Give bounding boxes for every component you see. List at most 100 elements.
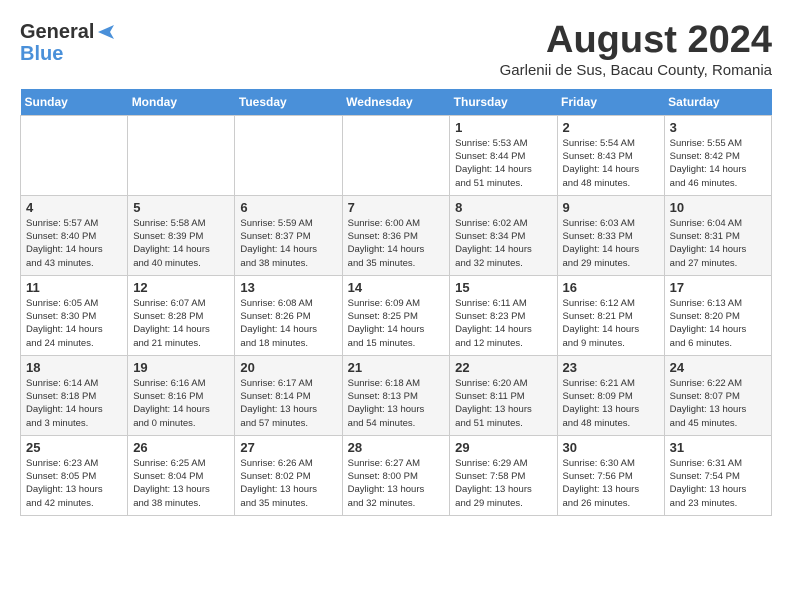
table-cell: 12 Sunrise: 6:07 AM Sunset: 8:28 PM Dayli… <box>128 275 235 355</box>
day-info: Sunrise: 6:21 AM Sunset: 8:09 PM Dayligh… <box>563 377 659 430</box>
day-info: Sunrise: 5:55 AM Sunset: 8:42 PM Dayligh… <box>670 137 766 190</box>
table-cell: 3 Sunrise: 5:55 AM Sunset: 8:42 PM Daylig… <box>664 115 771 195</box>
week-row-1: 1 Sunrise: 5:53 AM Sunset: 8:44 PM Daylig… <box>21 115 772 195</box>
day-info: Sunrise: 6:08 AM Sunset: 8:26 PM Dayligh… <box>240 297 336 350</box>
table-cell: 21 Sunrise: 6:18 AM Sunset: 8:13 PM Dayli… <box>342 355 450 435</box>
table-cell: 16 Sunrise: 6:12 AM Sunset: 8:21 PM Dayli… <box>557 275 664 355</box>
page-header: General Blue August 2024 Garlenii de Sus… <box>20 20 772 79</box>
table-cell <box>21 115 128 195</box>
table-cell: 5 Sunrise: 5:58 AM Sunset: 8:39 PM Daylig… <box>128 195 235 275</box>
day-info: Sunrise: 6:20 AM Sunset: 8:11 PM Dayligh… <box>455 377 551 430</box>
day-info: Sunrise: 6:00 AM Sunset: 8:36 PM Dayligh… <box>348 217 445 270</box>
day-number: 4 <box>26 200 122 215</box>
day-number: 26 <box>133 440 229 455</box>
day-number: 13 <box>240 280 336 295</box>
day-info: Sunrise: 6:12 AM Sunset: 8:21 PM Dayligh… <box>563 297 659 350</box>
day-info: Sunrise: 6:25 AM Sunset: 8:04 PM Dayligh… <box>133 457 229 510</box>
location-subtitle: Garlenii de Sus, Bacau County, Romania <box>500 62 772 79</box>
table-cell <box>342 115 450 195</box>
day-info: Sunrise: 6:14 AM Sunset: 8:18 PM Dayligh… <box>26 377 122 430</box>
day-info: Sunrise: 6:16 AM Sunset: 8:16 PM Dayligh… <box>133 377 229 430</box>
table-cell <box>235 115 342 195</box>
day-number: 30 <box>563 440 659 455</box>
day-number: 3 <box>670 120 766 135</box>
day-info: Sunrise: 5:53 AM Sunset: 8:44 PM Dayligh… <box>455 137 551 190</box>
day-number: 17 <box>670 280 766 295</box>
table-cell: 6 Sunrise: 5:59 AM Sunset: 8:37 PM Daylig… <box>235 195 342 275</box>
col-thursday: Thursday <box>450 89 557 116</box>
calendar-table: Sunday Monday Tuesday Wednesday Thursday… <box>20 89 772 516</box>
day-info: Sunrise: 6:29 AM Sunset: 7:58 PM Dayligh… <box>455 457 551 510</box>
day-info: Sunrise: 6:27 AM Sunset: 8:00 PM Dayligh… <box>348 457 445 510</box>
logo-arrow-icon <box>96 21 118 43</box>
day-number: 6 <box>240 200 336 215</box>
day-info: Sunrise: 6:23 AM Sunset: 8:05 PM Dayligh… <box>26 457 122 510</box>
day-number: 29 <box>455 440 551 455</box>
day-info: Sunrise: 6:07 AM Sunset: 8:28 PM Dayligh… <box>133 297 229 350</box>
day-number: 16 <box>563 280 659 295</box>
table-cell: 18 Sunrise: 6:14 AM Sunset: 8:18 PM Dayli… <box>21 355 128 435</box>
table-cell: 28 Sunrise: 6:27 AM Sunset: 8:00 PM Dayli… <box>342 435 450 515</box>
day-info: Sunrise: 6:30 AM Sunset: 7:56 PM Dayligh… <box>563 457 659 510</box>
day-info: Sunrise: 6:31 AM Sunset: 7:54 PM Dayligh… <box>670 457 766 510</box>
day-number: 10 <box>670 200 766 215</box>
day-number: 20 <box>240 360 336 375</box>
day-info: Sunrise: 6:05 AM Sunset: 8:30 PM Dayligh… <box>26 297 122 350</box>
table-cell: 13 Sunrise: 6:08 AM Sunset: 8:26 PM Dayli… <box>235 275 342 355</box>
day-info: Sunrise: 6:22 AM Sunset: 8:07 PM Dayligh… <box>670 377 766 430</box>
day-info: Sunrise: 5:59 AM Sunset: 8:37 PM Dayligh… <box>240 217 336 270</box>
col-wednesday: Wednesday <box>342 89 450 116</box>
col-sunday: Sunday <box>21 89 128 116</box>
day-number: 22 <box>455 360 551 375</box>
table-cell: 24 Sunrise: 6:22 AM Sunset: 8:07 PM Dayli… <box>664 355 771 435</box>
table-cell: 31 Sunrise: 6:31 AM Sunset: 7:54 PM Dayli… <box>664 435 771 515</box>
table-cell: 17Sunrise: 6:13 AM Sunset: 8:20 PM Dayli… <box>664 275 771 355</box>
col-monday: Monday <box>128 89 235 116</box>
table-cell: 7Sunrise: 6:00 AM Sunset: 8:36 PM Daylig… <box>342 195 450 275</box>
day-number: 1 <box>455 120 551 135</box>
day-info: Sunrise: 6:02 AM Sunset: 8:34 PM Dayligh… <box>455 217 551 270</box>
day-number: 24 <box>670 360 766 375</box>
day-number: 19 <box>133 360 229 375</box>
day-number: 9 <box>563 200 659 215</box>
col-tuesday: Tuesday <box>235 89 342 116</box>
table-cell: 22 Sunrise: 6:20 AM Sunset: 8:11 PM Dayli… <box>450 355 557 435</box>
table-cell: 20 Sunrise: 6:17 AM Sunset: 8:14 PM Dayli… <box>235 355 342 435</box>
table-cell: 23 Sunrise: 6:21 AM Sunset: 8:09 PM Dayli… <box>557 355 664 435</box>
day-number: 15 <box>455 280 551 295</box>
table-cell <box>128 115 235 195</box>
week-row-2: 4Sunrise: 5:57 AM Sunset: 8:40 PM Daylig… <box>21 195 772 275</box>
day-number: 12 <box>133 280 229 295</box>
day-info: Sunrise: 6:26 AM Sunset: 8:02 PM Dayligh… <box>240 457 336 510</box>
day-number: 31 <box>670 440 766 455</box>
week-row-5: 25Sunrise: 6:23 AM Sunset: 8:05 PM Dayli… <box>21 435 772 515</box>
col-friday: Friday <box>557 89 664 116</box>
day-info: Sunrise: 6:03 AM Sunset: 8:33 PM Dayligh… <box>563 217 659 270</box>
title-area: August 2024 Garlenii de Sus, Bacau Count… <box>500 20 772 79</box>
day-number: 18 <box>26 360 122 375</box>
table-cell: 8Sunrise: 6:02 AM Sunset: 8:34 PM Daylig… <box>450 195 557 275</box>
day-info: Sunrise: 6:18 AM Sunset: 8:13 PM Dayligh… <box>348 377 445 430</box>
month-title: August 2024 <box>500 20 772 62</box>
day-number: 28 <box>348 440 445 455</box>
table-cell: 10 Sunrise: 6:04 AM Sunset: 8:31 PM Dayli… <box>664 195 771 275</box>
day-number: 23 <box>563 360 659 375</box>
table-cell: 15 Sunrise: 6:11 AM Sunset: 8:23 PM Dayli… <box>450 275 557 355</box>
day-info: Sunrise: 5:58 AM Sunset: 8:39 PM Dayligh… <box>133 217 229 270</box>
table-cell: 25Sunrise: 6:23 AM Sunset: 8:05 PM Dayli… <box>21 435 128 515</box>
table-cell: 29 Sunrise: 6:29 AM Sunset: 7:58 PM Dayli… <box>450 435 557 515</box>
table-cell: 30 Sunrise: 6:30 AM Sunset: 7:56 PM Dayli… <box>557 435 664 515</box>
logo-blue-text: Blue <box>20 42 63 66</box>
table-cell: 14Sunrise: 6:09 AM Sunset: 8:25 PM Dayli… <box>342 275 450 355</box>
logo: General Blue <box>20 20 118 66</box>
week-row-4: 18 Sunrise: 6:14 AM Sunset: 8:18 PM Dayli… <box>21 355 772 435</box>
table-cell: 2Sunrise: 5:54 AM Sunset: 8:43 PM Daylig… <box>557 115 664 195</box>
day-info: Sunrise: 6:17 AM Sunset: 8:14 PM Dayligh… <box>240 377 336 430</box>
week-row-3: 11Sunrise: 6:05 AM Sunset: 8:30 PM Dayli… <box>21 275 772 355</box>
day-number: 21 <box>348 360 445 375</box>
day-info: Sunrise: 6:04 AM Sunset: 8:31 PM Dayligh… <box>670 217 766 270</box>
day-info: Sunrise: 6:09 AM Sunset: 8:25 PM Dayligh… <box>348 297 445 350</box>
day-info: Sunrise: 6:11 AM Sunset: 8:23 PM Dayligh… <box>455 297 551 350</box>
day-number: 5 <box>133 200 229 215</box>
day-number: 27 <box>240 440 336 455</box>
